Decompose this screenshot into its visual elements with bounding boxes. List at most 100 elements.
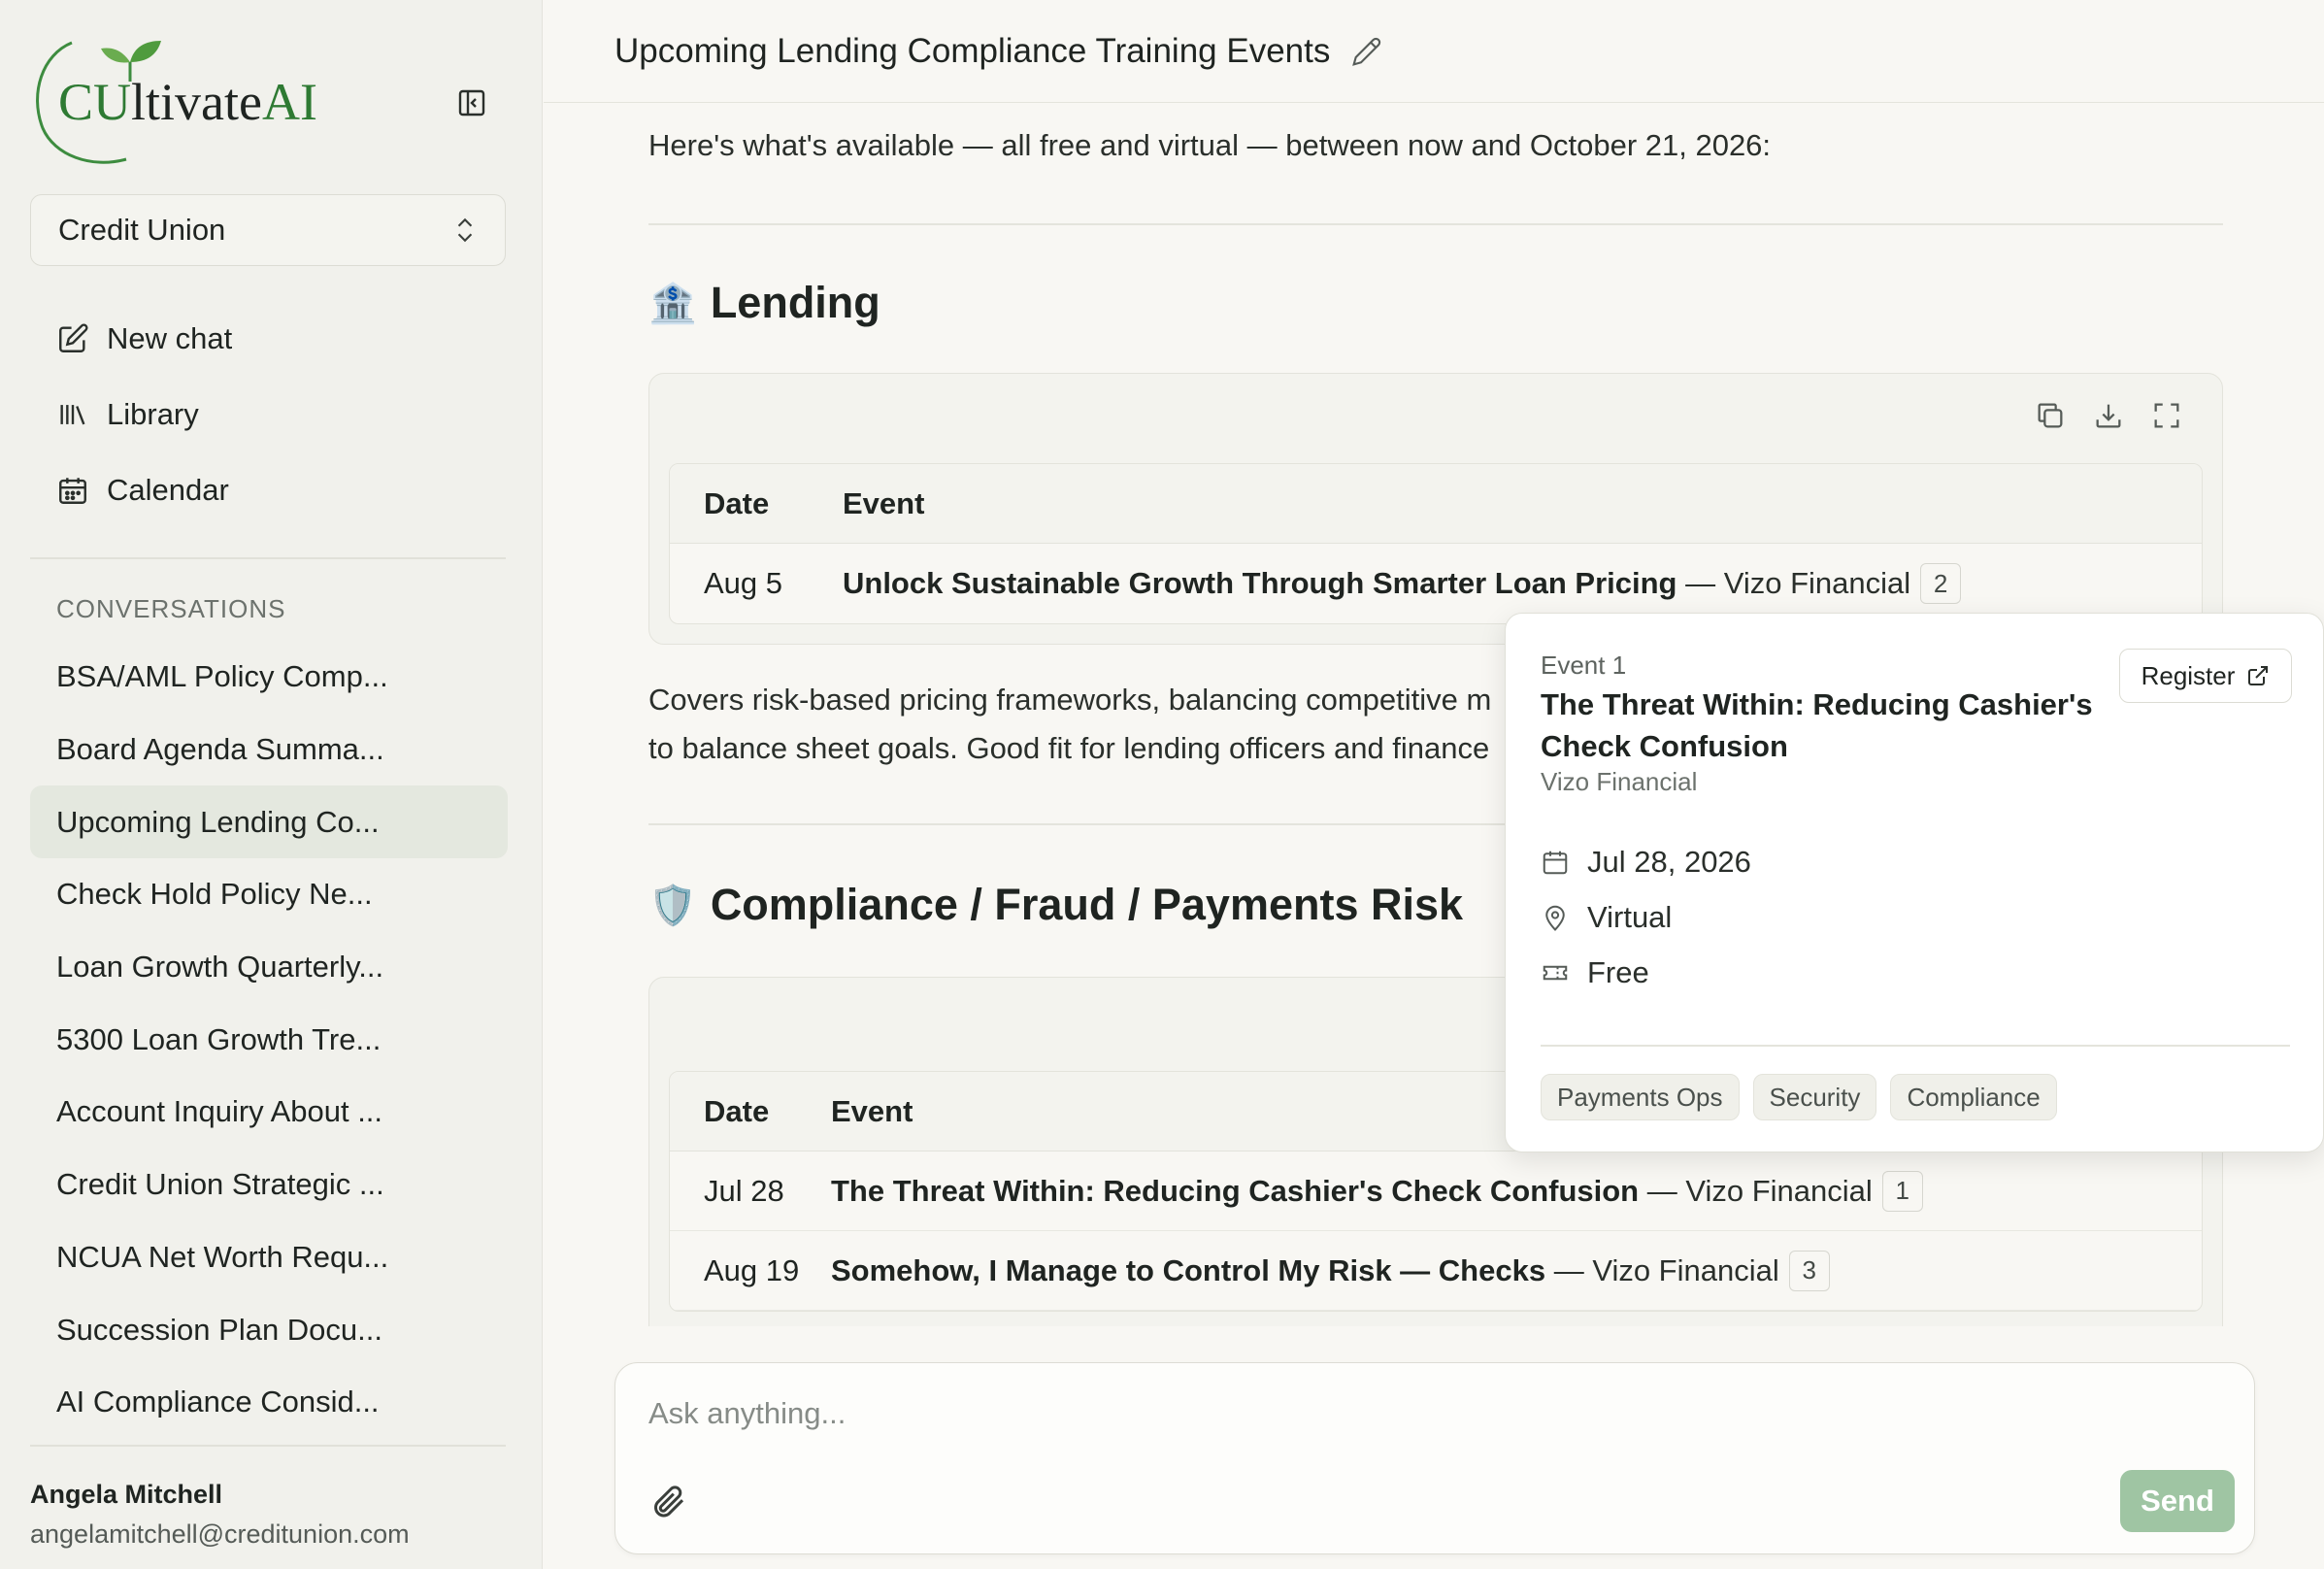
- popover-date-text: Jul 28, 2026: [1587, 845, 1751, 879]
- table-toolbar: [2034, 399, 2183, 432]
- logo-prefix: CU: [58, 73, 132, 131]
- register-label: Register: [2141, 660, 2236, 690]
- event-date: Jul 28: [704, 1173, 784, 1208]
- ticket-icon: [1543, 965, 1568, 981]
- popover-location: Virtual: [1541, 900, 1672, 935]
- event-popover: Event 1 The Threat Within: Reducing Cash…: [1505, 613, 2324, 1152]
- sidebar: CUltivateAI Credit Union New chat Librar…: [0, 0, 543, 1569]
- expand-icon[interactable]: [2150, 399, 2183, 432]
- event-separator: —: [1677, 566, 1724, 600]
- copy-icon[interactable]: [2034, 399, 2067, 432]
- table-row: Aug 5 Unlock Sustainable Growth Through …: [670, 544, 2202, 623]
- section-title: Lending: [710, 278, 880, 327]
- register-button[interactable]: Register: [2119, 649, 2292, 703]
- sidebar-divider: [30, 557, 506, 559]
- tag[interactable]: Compliance: [1890, 1074, 2057, 1120]
- conversation-list: BSA/AML Policy Comp... Board Agenda Summ…: [30, 641, 508, 1418]
- tag[interactable]: Payments Ops: [1541, 1074, 1740, 1120]
- table-header: Date Event: [670, 464, 2202, 544]
- citation-badge[interactable]: 2: [1920, 563, 1962, 604]
- collapse-sidebar-button[interactable]: [452, 83, 491, 122]
- event-title: The Threat Within: Reducing Cashier's Ch…: [831, 1173, 1640, 1208]
- nav-label: Calendar: [107, 473, 229, 507]
- chat-header: Upcoming Lending Compliance Training Eve…: [544, 0, 2324, 103]
- conversation-item[interactable]: 5300 Loan Growth Tre...: [30, 1003, 508, 1076]
- sidebar-toggle-icon: [458, 89, 485, 117]
- conversation-item[interactable]: Board Agenda Summa...: [30, 714, 508, 786]
- column-event: Event: [831, 1093, 913, 1128]
- event-separator: —: [1545, 1252, 1593, 1287]
- brand-logo[interactable]: CUltivateAI: [33, 35, 344, 165]
- shield-icon: 🛡️: [648, 884, 697, 927]
- event-org: Vizo Financial: [1592, 1252, 1779, 1287]
- popover-kicker: Event 1: [1541, 651, 1627, 680]
- calendar-icon: [59, 478, 86, 504]
- intro-text: Here's what's available — all free and v…: [648, 128, 1772, 162]
- section-heading-lending: 🏦 Lending: [648, 278, 880, 328]
- popover-price: Free: [1541, 955, 1649, 990]
- nav-new-chat[interactable]: New chat: [30, 301, 506, 377]
- user-profile[interactable]: Angela Mitchell angelamitchell@credituni…: [30, 1480, 410, 1550]
- popover-divider: [1541, 1045, 2290, 1047]
- table-row: Jul 28 The Threat Within: Reducing Cashi…: [670, 1152, 2202, 1231]
- org-select[interactable]: Credit Union: [30, 194, 506, 266]
- conversation-item-active[interactable]: Upcoming Lending Co...: [30, 785, 508, 859]
- logo-suffix: AI: [261, 73, 317, 131]
- conversation-item[interactable]: Check Hold Policy Ne...: [30, 858, 508, 931]
- conversation-item[interactable]: Account Inquiry About ...: [30, 1076, 508, 1149]
- conversation-item[interactable]: NCUA Net Worth Requ...: [30, 1221, 508, 1294]
- event-org: Vizo Financial: [1685, 1173, 1873, 1208]
- conversations-label: CONVERSATIONS: [56, 594, 286, 623]
- chevron-updown-icon: [457, 217, 473, 243]
- content-divider: [648, 223, 2223, 225]
- popover-date: Jul 28, 2026: [1541, 845, 1751, 880]
- paperclip-icon[interactable]: [648, 1482, 687, 1520]
- nav-label: New chat: [107, 321, 233, 355]
- popover-org: Vizo Financial: [1541, 767, 1698, 796]
- lending-table: Date Event Aug 5 Unlock Sustainable Grow…: [669, 463, 2203, 624]
- table-row: Aug 19 Somehow, I Manage to Control My R…: [670, 1231, 2202, 1311]
- bank-icon: 🏦: [648, 282, 697, 325]
- map-pin-icon: [1545, 905, 1565, 931]
- column-date: Date: [704, 485, 770, 520]
- event-date: Aug 5: [704, 566, 783, 600]
- nav-label: Library: [107, 397, 199, 431]
- section-heading-compliance: 🛡️ Compliance / Fraud / Payments Risk: [648, 880, 1463, 930]
- sidebar-nav: New chat Library Calendar: [30, 301, 506, 528]
- conversation-item[interactable]: AI Compliance Consid...: [30, 1366, 508, 1418]
- calendar-icon: [1543, 851, 1568, 875]
- library-icon: [60, 405, 85, 425]
- lending-table-card: Date Event Aug 5 Unlock Sustainable Grow…: [648, 373, 2223, 645]
- logo-mid: ltivate: [131, 73, 262, 131]
- event-separator: —: [1639, 1173, 1686, 1208]
- section-title: Compliance / Fraud / Payments Risk: [710, 880, 1464, 929]
- conversation-item[interactable]: Credit Union Strategic ...: [30, 1149, 508, 1221]
- event-title: Somehow, I Manage to Control My Risk — C…: [831, 1252, 1546, 1287]
- user-email: angelamitchell@creditunion.com: [30, 1519, 410, 1549]
- conversation-item[interactable]: Loan Growth Quarterly...: [30, 931, 508, 1004]
- edit-icon: [59, 323, 88, 352]
- event-title: Unlock Sustainable Growth Through Smarte…: [843, 566, 1677, 600]
- chat-composer: Send: [614, 1362, 2255, 1554]
- popover-tags: Payments Ops Security Compliance: [1541, 1074, 2057, 1120]
- column-event: Event: [843, 485, 925, 520]
- send-button[interactable]: Send: [2120, 1470, 2235, 1532]
- popover-location-text: Virtual: [1587, 900, 1673, 934]
- conversation-item[interactable]: BSA/AML Policy Comp...: [30, 641, 508, 714]
- external-link-icon: [2248, 666, 2269, 685]
- page-title: Upcoming Lending Compliance Training Eve…: [614, 31, 1331, 70]
- citation-badge[interactable]: 3: [1788, 1250, 1830, 1291]
- citation-badge[interactable]: 1: [1881, 1170, 1923, 1212]
- sidebar-divider: [30, 1445, 506, 1447]
- popover-title: The Threat Within: Reducing Cashier's Ch…: [1541, 687, 2093, 763]
- popover-price-text: Free: [1587, 955, 1649, 989]
- download-icon[interactable]: [2092, 399, 2125, 432]
- nav-calendar[interactable]: Calendar: [30, 452, 506, 528]
- nav-library[interactable]: Library: [30, 377, 506, 452]
- tag[interactable]: Security: [1752, 1074, 1877, 1120]
- chat-input[interactable]: [648, 1396, 2202, 1431]
- pencil-icon[interactable]: [1351, 36, 1382, 67]
- org-select-value: Credit Union: [58, 213, 226, 247]
- conversation-item[interactable]: Succession Plan Docu...: [30, 1293, 508, 1366]
- column-date: Date: [704, 1093, 770, 1128]
